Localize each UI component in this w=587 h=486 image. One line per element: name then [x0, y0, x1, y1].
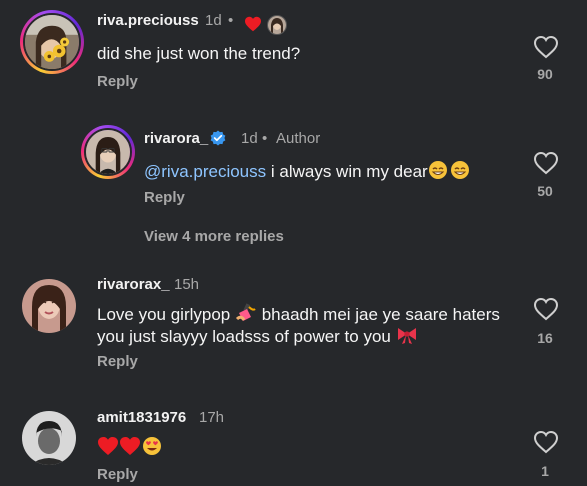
reply-text-content: i always win my dear: [266, 162, 428, 181]
meta-separator: •: [262, 130, 268, 147]
heart-outline-icon[interactable]: [533, 297, 559, 321]
avatar[interactable]: [20, 10, 84, 74]
grinning-emoji-icon: [428, 161, 447, 179]
reply-time: 1d: [241, 130, 258, 147]
red-heart-emoji-icon: [98, 437, 118, 455]
reply-text: @riva.preciouss i always win my dear: [144, 160, 472, 182]
heart-eyes-emoji-icon: [143, 437, 161, 455]
comment-username[interactable]: amit1831976: [97, 409, 186, 426]
comment-text: did she just won the trend?: [97, 44, 301, 63]
reply-username[interactable]: rivarora_: [144, 130, 208, 147]
heart-outline-icon[interactable]: [533, 430, 559, 454]
view-more-replies-button[interactable]: View 4 more replies: [144, 228, 284, 245]
comment-time: 15h: [174, 276, 200, 293]
meta-separator: •: [228, 12, 234, 29]
heart-filled-icon: [245, 16, 261, 32]
avatar[interactable]: [22, 279, 76, 333]
mention-link[interactable]: @riva.preciouss: [144, 162, 266, 181]
avatar[interactable]: [22, 411, 76, 465]
comment-text: Love you girlypop bhaadh mei jae ye saar…: [97, 303, 517, 347]
comment-emojis: [97, 436, 163, 458]
reply-button[interactable]: Reply: [97, 73, 138, 90]
author-mini-avatar: [267, 15, 287, 35]
grinning-emoji-icon: [450, 161, 469, 179]
reply-button[interactable]: Reply: [97, 466, 138, 483]
verified-badge-icon: [210, 130, 226, 146]
comment-username[interactable]: rivarorax_: [97, 276, 170, 293]
avatar-image: [84, 128, 132, 176]
comment-username[interactable]: riva.preciouss: [97, 12, 199, 29]
author-label: Author: [276, 130, 321, 147]
reply-button[interactable]: Reply: [144, 189, 185, 206]
comments-screen: riva.preciouss 1d • did she just won the…: [0, 0, 587, 486]
comment-text-part: Love you girlypop: [97, 305, 235, 324]
like-count: 1: [541, 463, 549, 479]
avatar[interactable]: [81, 125, 135, 179]
comment-time: 17h: [199, 409, 225, 426]
like-count: 50: [537, 183, 553, 199]
like-count: 16: [537, 330, 553, 346]
reply-button[interactable]: Reply: [97, 353, 138, 370]
avatar-image: [23, 13, 81, 71]
like-count: 90: [537, 66, 553, 82]
ribbon-emoji-icon: [397, 328, 416, 344]
red-heart-emoji-icon: [120, 437, 140, 455]
nail-polish-emoji-icon: [235, 303, 256, 321]
heart-outline-icon[interactable]: [533, 35, 559, 59]
heart-outline-icon[interactable]: [533, 151, 559, 175]
comment-time: 1d: [205, 12, 222, 29]
